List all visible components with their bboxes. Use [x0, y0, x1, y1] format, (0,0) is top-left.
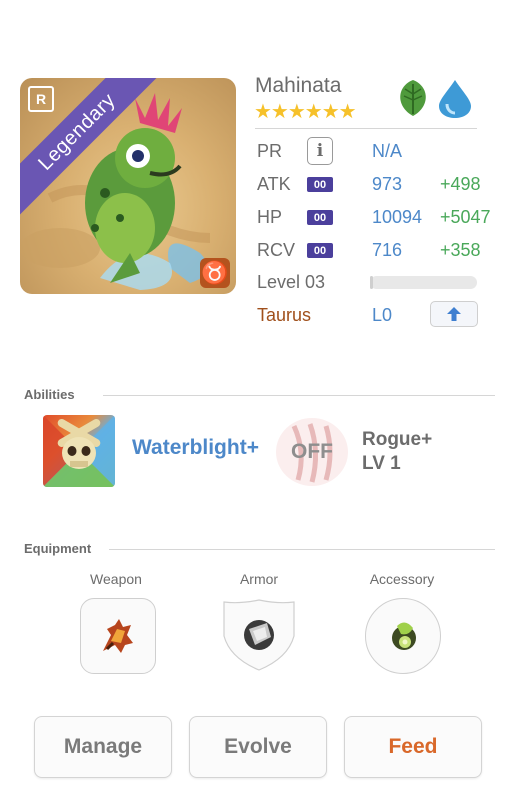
- passive-ability-info: Rogue+ LV 1: [362, 428, 432, 476]
- weapon-icon: [103, 619, 133, 653]
- passive-ability-name: Rogue+: [362, 429, 433, 450]
- level-label: Level 03: [257, 272, 326, 292]
- monster-portrait[interactable]: Legendary R ♉: [20, 78, 236, 294]
- water-element-icon: [437, 78, 473, 118]
- rcv-label: RCV: [257, 240, 296, 260]
- hp-plus-tag: 00: [307, 210, 333, 225]
- atk-label: ATK: [257, 174, 291, 194]
- rcv-value: 716: [372, 240, 403, 260]
- waterblight-skill-icon[interactable]: [43, 415, 115, 487]
- manage-button[interactable]: Manage: [34, 716, 172, 778]
- header-divider: [255, 128, 477, 129]
- atk-value: 973: [372, 174, 403, 194]
- hp-label: HP: [257, 207, 283, 227]
- star-rating: ★★★★★★: [254, 101, 357, 123]
- pr-label: PR: [257, 141, 283, 161]
- hp-bonus: +5047: [440, 207, 491, 227]
- armor-slot[interactable]: [222, 598, 296, 672]
- rarity-letter-badge: R: [28, 86, 54, 112]
- rcv-bonus: +358: [440, 240, 481, 260]
- evolve-button[interactable]: Evolve: [189, 716, 327, 778]
- level-progress-fill: [370, 276, 374, 289]
- taurus-zodiac-icon: ♉: [200, 258, 230, 288]
- hp-value: 10094: [372, 207, 423, 227]
- equipment-section-title: Equipment: [24, 541, 92, 556]
- abilities-divider: [103, 395, 495, 396]
- accessory-slot[interactable]: [365, 598, 441, 674]
- accessory-icon: [392, 622, 416, 650]
- zodiac-label: Taurus: [257, 305, 312, 325]
- up-arrow-icon: [447, 307, 461, 321]
- atk-bonus: +498: [440, 174, 481, 194]
- atk-plus-tag: 00: [307, 177, 333, 192]
- feed-button[interactable]: Feed: [344, 716, 482, 778]
- passive-ability-level: LV 1: [362, 453, 401, 474]
- weapon-label: Weapon: [90, 571, 142, 587]
- leaf-element-icon: [395, 78, 431, 118]
- armor-label: Armor: [239, 571, 279, 587]
- level-progress-bar: [370, 276, 477, 289]
- zodiac-level: L0: [372, 305, 393, 325]
- accessory-label: Accessory: [369, 571, 435, 587]
- pr-info-button[interactable]: i: [307, 137, 333, 165]
- equipment-divider: [109, 549, 495, 550]
- zodiac-upgrade-button[interactable]: [430, 301, 478, 327]
- monster-name: Mahinata: [255, 74, 342, 97]
- pr-value: N/A: [372, 141, 403, 161]
- active-ability-name[interactable]: Waterblight+: [132, 436, 259, 460]
- weapon-slot[interactable]: [80, 598, 156, 674]
- rcv-plus-tag: 00: [307, 243, 333, 258]
- passive-ability-toggle[interactable]: OFF: [276, 418, 348, 486]
- abilities-section-title: Abilities: [24, 387, 75, 402]
- passive-ability-status: OFF: [291, 440, 333, 463]
- armor-icon: [244, 620, 274, 650]
